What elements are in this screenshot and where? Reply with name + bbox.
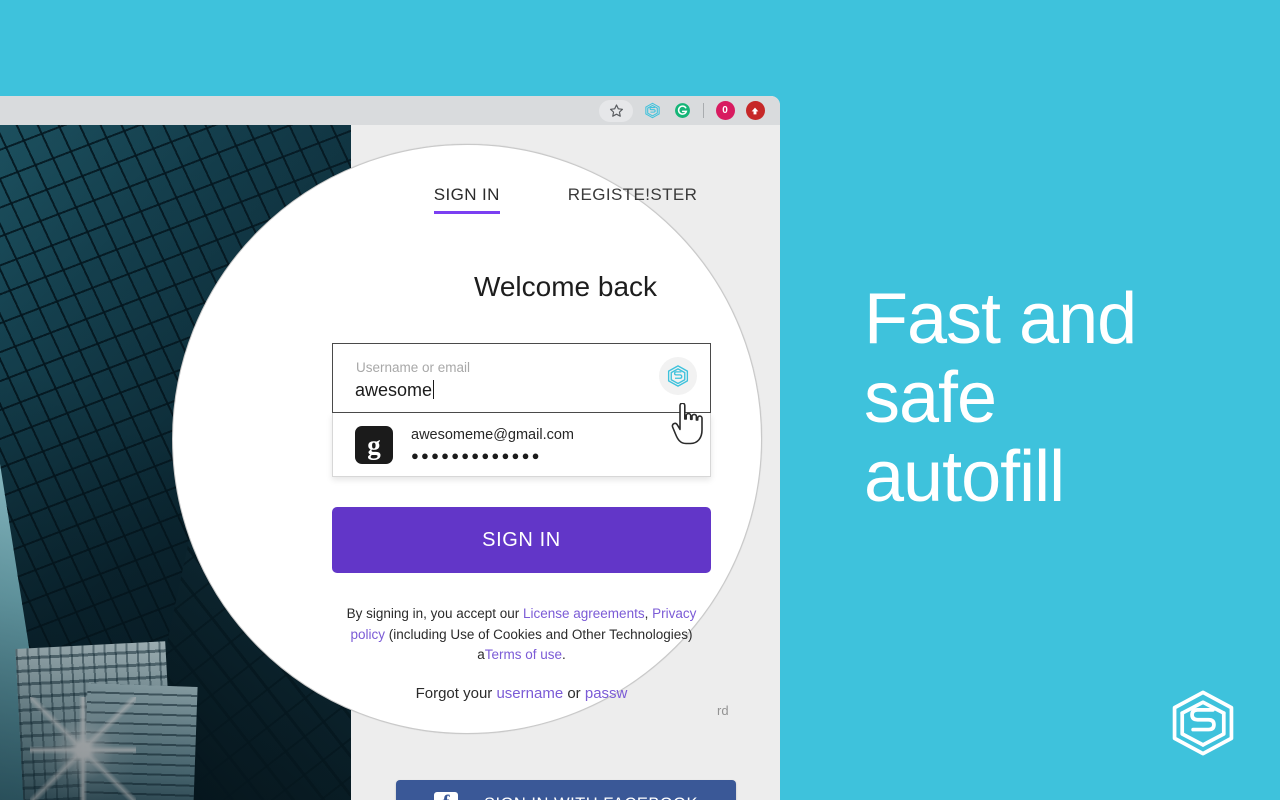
username-input-value: awesome: [355, 380, 433, 400]
legal-period: .: [562, 647, 566, 662]
autofill-suggestion-text: awesomeme@gmail.com ●●●●●●●●●●●●●: [411, 427, 574, 463]
forgot-credentials-line: Forgot your username or passw: [333, 685, 710, 702]
forgot-prefix: Forgot your: [415, 685, 497, 702]
g-circle-icon[interactable]: [667, 99, 697, 123]
cube-extension-icon[interactable]: [637, 99, 667, 123]
facebook-signin-label: SIGN IN WITH FACEBOOK: [484, 795, 698, 800]
autofill-dropdown: g awesomeme@gmail.com ●●●●●●●●●●●●●: [332, 413, 711, 477]
tab-register[interactable]: REGISTE!STER: [568, 185, 698, 205]
username-field[interactable]: Username or email awesome: [332, 343, 711, 413]
cube-autofill-icon[interactable]: [659, 357, 697, 395]
tab-active-underline: [433, 211, 500, 214]
link-terms-of-use[interactable]: Terms of use: [485, 647, 562, 662]
notification-badge[interactable]: 0: [710, 99, 740, 123]
forgot-or: or: [563, 685, 585, 702]
autofill-suggestion-email: awesomeme@gmail.com: [411, 427, 574, 443]
tab-signin[interactable]: SIGN IN: [433, 185, 500, 214]
web-page-content: SIGN IN REGISTE!STER Welcome back Userna…: [0, 125, 780, 800]
username-field-label: Username or email: [356, 360, 471, 375]
cube-logo-icon: [1168, 688, 1238, 758]
link-forgot-username[interactable]: username: [496, 685, 563, 702]
tab-register-label: REGISTE!STER: [567, 185, 698, 204]
toolbar-separator: [703, 103, 704, 118]
notification-count: 0: [715, 101, 735, 120]
legal-comma: ,: [644, 606, 653, 621]
legal-text: By signing in, you accept our License ag…: [333, 604, 710, 666]
gmail-avatar-icon: g: [355, 426, 393, 464]
signin-submit-button[interactable]: SIGN IN: [332, 507, 711, 573]
browser-toolbar: 0: [0, 96, 780, 125]
autofill-suggestion-item[interactable]: g awesomeme@gmail.com ●●●●●●●●●●●●●: [333, 413, 712, 477]
arrow-up-circle-icon[interactable]: [740, 99, 770, 123]
text-caret: [433, 380, 435, 399]
tab-signin-label: SIGN IN: [433, 185, 500, 204]
toolbar-actions: 0: [599, 96, 770, 125]
facebook-signin-button[interactable]: SIGN IN WITH FACEBOOK: [396, 780, 736, 800]
username-input[interactable]: awesome: [355, 380, 435, 401]
autofill-suggestion-password: ●●●●●●●●●●●●●: [411, 448, 542, 463]
clipped-text-fragment: rd: [717, 703, 729, 718]
signin-card: SIGN IN REGISTE!STER Welcome back Userna…: [332, 125, 780, 800]
marketing-headline: Fast and safe autofill: [864, 279, 1137, 517]
legal-prefix: By signing in, you accept our: [346, 606, 523, 621]
auth-tabs: SIGN IN REGISTE!STER: [351, 185, 780, 214]
browser-window: 0 SIGN IN REGISTE!STER Welcome back User…: [0, 96, 780, 800]
facebook-icon: [433, 790, 458, 800]
link-forgot-password[interactable]: passw: [585, 685, 628, 702]
page-title: Welcome back: [473, 271, 658, 302]
star-icon[interactable]: [599, 99, 633, 122]
link-license-agreements[interactable]: License agreements: [523, 606, 645, 621]
